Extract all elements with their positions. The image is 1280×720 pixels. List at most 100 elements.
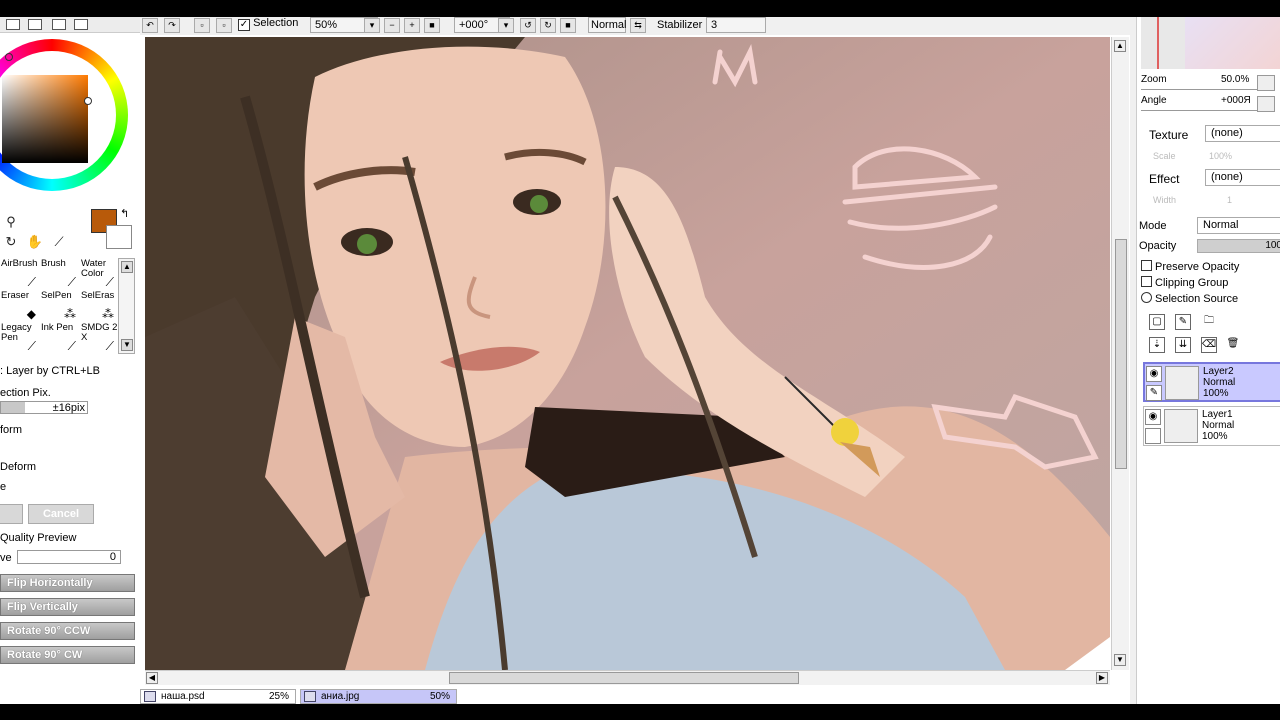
stabilizer-value: 3 [711,19,718,31]
chevron-down-icon[interactable]: ▾ [364,18,380,33]
deform-label: Deform [0,461,37,473]
selection-toggle[interactable]: ✓ Selection [238,17,304,33]
eye-icon[interactable]: ◉ [1145,409,1161,425]
angle-reset-icon[interactable] [1257,96,1275,112]
left-panel: ⚲ ↻ ✋ ⟋ ↰ AirBrush ⟋ Brush ⟋ Water Color ⟋ Era… [0,17,140,704]
layer-by-ctrl-label: : Layer by CTRL+LB [0,365,100,377]
flip-icon[interactable]: ⇆ [630,18,646,33]
preserve-opacity-checkbox[interactable]: Preserve Opacity [1141,260,1239,273]
layer-row[interactable]: ◉ ✎ Layer2 Normal 100% [1143,362,1280,402]
eyedropper-icon[interactable]: ⟋ [50,233,68,251]
chevron-down-icon[interactable]: ▾ [498,18,514,33]
ve-field[interactable]: 0 [17,550,121,564]
clear-layer-icon[interactable]: ⌫ [1201,337,1217,353]
brush-item[interactable]: Water Color ⟋ [80,258,118,290]
ink-pen-icon: ⟋ [67,339,76,353]
sv-marker[interactable] [84,97,92,105]
delete-layer-icon[interactable]: 🗑 [1225,337,1241,353]
pen-icon[interactable]: ✎ [1146,385,1162,401]
scroll-right-icon[interactable]: ▶ [1096,672,1108,684]
swap-colors-icon[interactable]: ↰ [120,207,129,220]
document-tab-name: аниа.jpg [321,691,360,702]
rotate-reset-icon[interactable]: ■ [560,18,576,33]
deselect-icon[interactable]: ▫ [194,18,210,33]
new-layer-icon[interactable]: ▢ [1149,314,1165,330]
brush-item[interactable]: Brush ⟋ [40,258,80,290]
magic-wand-icon[interactable]: ⚲ [2,213,20,231]
panel-toggle-icon[interactable] [28,19,42,30]
angle-slider[interactable] [1141,101,1259,111]
scroll-left-icon[interactable]: ◀ [146,672,158,684]
blank-tool-icon[interactable] [50,213,68,231]
blend-mode-dropdown[interactable]: Normal [588,17,626,33]
zoom-reset-icon[interactable] [1257,75,1275,91]
zoom-in-icon[interactable]: + [404,18,420,33]
smdg-icon: ⟋ [105,339,114,353]
scroll-up-icon[interactable]: ▲ [121,261,133,273]
scroll-down-icon[interactable]: ▼ [121,339,133,351]
vertical-scroll-thumb[interactable] [1115,239,1127,469]
canvas-toolbar: ↶ ↷ ▫ ▫ ✓ Selection 50% ▾ − + ■ +000° ▾ … [140,17,1130,35]
document-tabs: наша.psd 25% аниа.jpg 50% [140,687,1130,704]
brush-item[interactable]: SelPen ⁂ [40,290,80,322]
lock-box-icon[interactable] [1145,428,1161,444]
rotate-ccw-button[interactable]: Rotate 90° CCW [0,622,135,640]
ok-button[interactable] [0,504,23,524]
undo-icon[interactable]: ↶ [142,18,158,33]
selection-source-radio[interactable]: Selection Source [1141,292,1238,305]
brush-scrollbar[interactable]: ▲ ▼ [118,258,135,354]
zoom-slider[interactable] [1141,80,1259,90]
saturation-value-box[interactable] [2,75,88,163]
brush-label: Eraser [1,290,29,301]
rotate-right-icon[interactable]: ↻ [540,18,556,33]
brush-item[interactable]: Legacy Pen ⟋ [0,322,40,354]
panel-toggle-icon[interactable] [52,19,66,30]
scroll-up-icon[interactable]: ▲ [1114,40,1126,52]
hue-wheel-marker[interactable] [5,53,13,61]
navigator-preview[interactable] [1141,17,1280,69]
zoom-out-icon[interactable]: − [384,18,400,33]
document-tab[interactable]: наша.psd 25% [140,689,296,704]
document-tab[interactable]: аниа.jpg 50% [300,689,457,704]
panel-toggle-icon[interactable] [6,19,20,30]
invert-selection-icon[interactable]: ▫ [216,18,232,33]
layer-row[interactable]: ◉ Layer1 Normal 100% [1143,406,1280,446]
clipping-group-checkbox[interactable]: Clipping Group [1141,276,1228,289]
brush-item[interactable]: Eraser ◆ [0,290,40,322]
stabilizer-dropdown[interactable]: 3 [706,17,766,33]
scroll-down-icon[interactable]: ▼ [1114,654,1126,666]
rotate-view-icon[interactable]: ↻ [2,233,20,251]
canvas-horizontal-scrollbar[interactable]: ◀ ▶ [145,670,1110,685]
effect-dropdown[interactable]: (none) [1205,169,1280,186]
flip-horizontally-button[interactable]: Flip Horizontally [0,574,135,592]
new-folder-icon[interactable]: 🗀 [1201,314,1217,330]
horizontal-scroll-thumb[interactable] [449,672,799,684]
texture-dropdown[interactable]: (none) [1205,125,1280,142]
brush-item[interactable]: SelEras ⁂ [80,290,118,322]
canvas-vertical-scrollbar[interactable]: ▲ ▼ [1111,37,1129,670]
drawing-canvas[interactable] [145,37,1110,670]
brush-item[interactable]: AirBrush ⟋ [0,258,40,290]
brush-item[interactable]: SMDG 2 X ⟋ [80,322,118,354]
brush-item[interactable]: Ink Pen ⟋ [40,322,80,354]
blank-tool-icon[interactable] [26,213,44,231]
hand-icon[interactable]: ✋ [26,233,44,251]
merge-down-icon[interactable]: ⇊ [1175,337,1191,353]
panel-toggle-icon[interactable] [74,19,88,30]
new-linework-layer-icon[interactable]: ✎ [1175,314,1191,330]
layer-opacity: 100% [1202,431,1228,442]
opacity-slider[interactable]: 100 [1197,239,1280,253]
pix-slider[interactable]: ±16pix [0,401,88,414]
rotate-left-icon[interactable]: ↺ [520,18,536,33]
redo-icon[interactable]: ↷ [164,18,180,33]
transfer-down-icon[interactable]: ⇣ [1149,337,1165,353]
cancel-button[interactable]: Cancel [28,504,94,524]
eye-icon[interactable]: ◉ [1146,366,1162,382]
selection-checkbox[interactable]: ✓ [238,19,250,31]
rotate-cw-button[interactable]: Rotate 90° CW [0,646,135,664]
zoom-reset-icon[interactable]: ■ [424,18,440,33]
flip-vertically-button[interactable]: Flip Vertically [0,598,135,616]
mode-dropdown[interactable]: Normal [1197,217,1280,234]
effect-label: Effect [1149,172,1180,186]
background-color-swatch[interactable] [106,225,132,249]
